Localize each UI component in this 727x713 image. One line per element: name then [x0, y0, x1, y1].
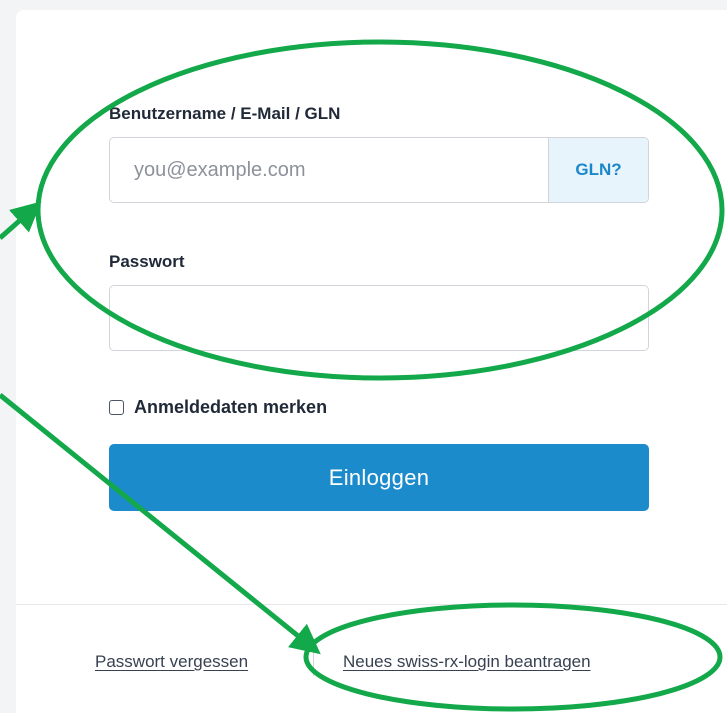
login-button[interactable]: Einloggen: [109, 444, 649, 511]
username-input-group: GLN?: [109, 137, 649, 203]
password-input[interactable]: [109, 285, 649, 351]
footer-link-separator: [313, 648, 314, 676]
remember-checkbox[interactable]: [109, 400, 124, 415]
gln-help-button[interactable]: GLN?: [548, 138, 648, 202]
username-label: Benutzername / E-Mail / GLN: [109, 104, 341, 123]
password-label: Passwort: [109, 252, 185, 271]
footer-divider: [16, 604, 727, 605]
username-input[interactable]: [110, 138, 548, 202]
forgot-password-link[interactable]: Passwort vergessen: [95, 652, 248, 672]
remember-label: Anmeldedaten merken: [134, 397, 328, 417]
new-login-link[interactable]: Neues swiss-rx-login beantragen: [343, 652, 591, 672]
remember-me[interactable]: Anmeldedaten merken: [109, 397, 327, 418]
